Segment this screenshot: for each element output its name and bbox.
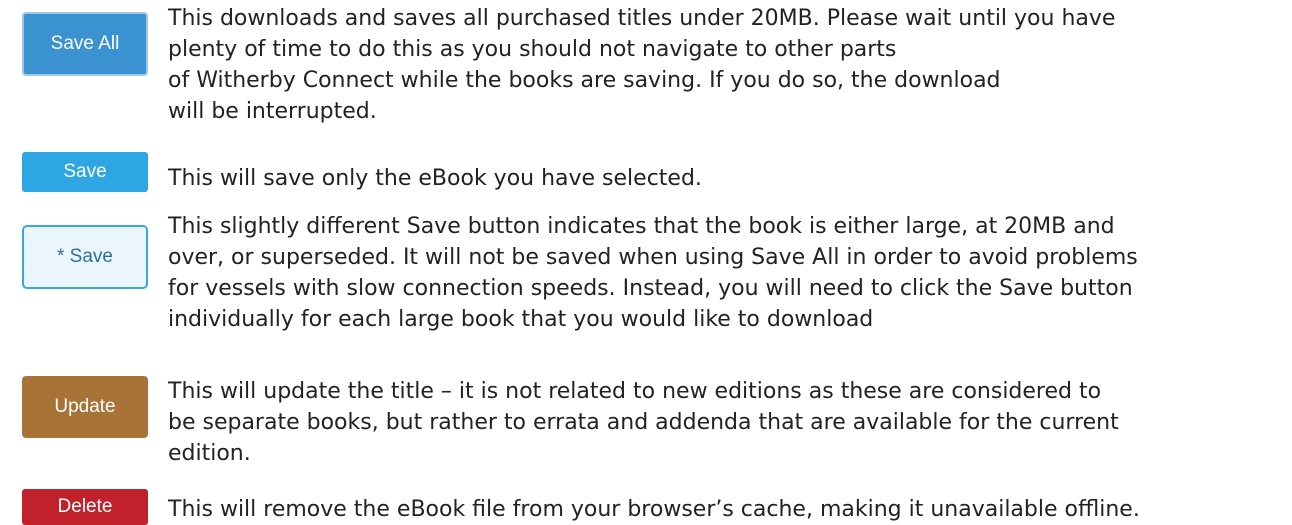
description-line: over, or superseded. It will not be save… (168, 245, 1138, 270)
description-line: This will remove the eBook file from you… (168, 497, 1140, 522)
large-book-save-button[interactable]: * Save (22, 225, 148, 289)
description-line: This downloads and saves all purchased t… (168, 6, 1116, 31)
save-all-button[interactable]: Save All (22, 12, 148, 76)
save-button[interactable]: Save (22, 152, 148, 192)
description-line: edition. (168, 441, 251, 466)
description-line: will be interrupted. (168, 99, 377, 124)
save-all-description: This downloads and saves all purchased t… (168, 3, 1115, 127)
description-line: This slightly different Save button indi… (168, 214, 1115, 239)
update-button[interactable]: Update (22, 376, 148, 438)
update-description: This will update the title – it is not r… (168, 376, 1119, 469)
delete-description: This will remove the eBook file from you… (168, 494, 1140, 525)
save-description: This will save only the eBook you have s… (168, 163, 702, 194)
large-book-save-description: This slightly different Save button indi… (168, 211, 1138, 335)
description-line: plenty of time to do this as you should … (168, 37, 897, 62)
description-line: individually for each large book that yo… (168, 307, 874, 332)
description-line: be separate books, but rather to errata … (168, 410, 1119, 435)
description-line: for vessels with slow connection speeds.… (168, 276, 1133, 301)
description-line: This will update the title – it is not r… (168, 379, 1102, 404)
delete-button[interactable]: Delete (22, 489, 148, 525)
description-line: This will save only the eBook you have s… (168, 166, 702, 191)
description-line: of Witherby Connect while the books are … (168, 68, 1001, 93)
